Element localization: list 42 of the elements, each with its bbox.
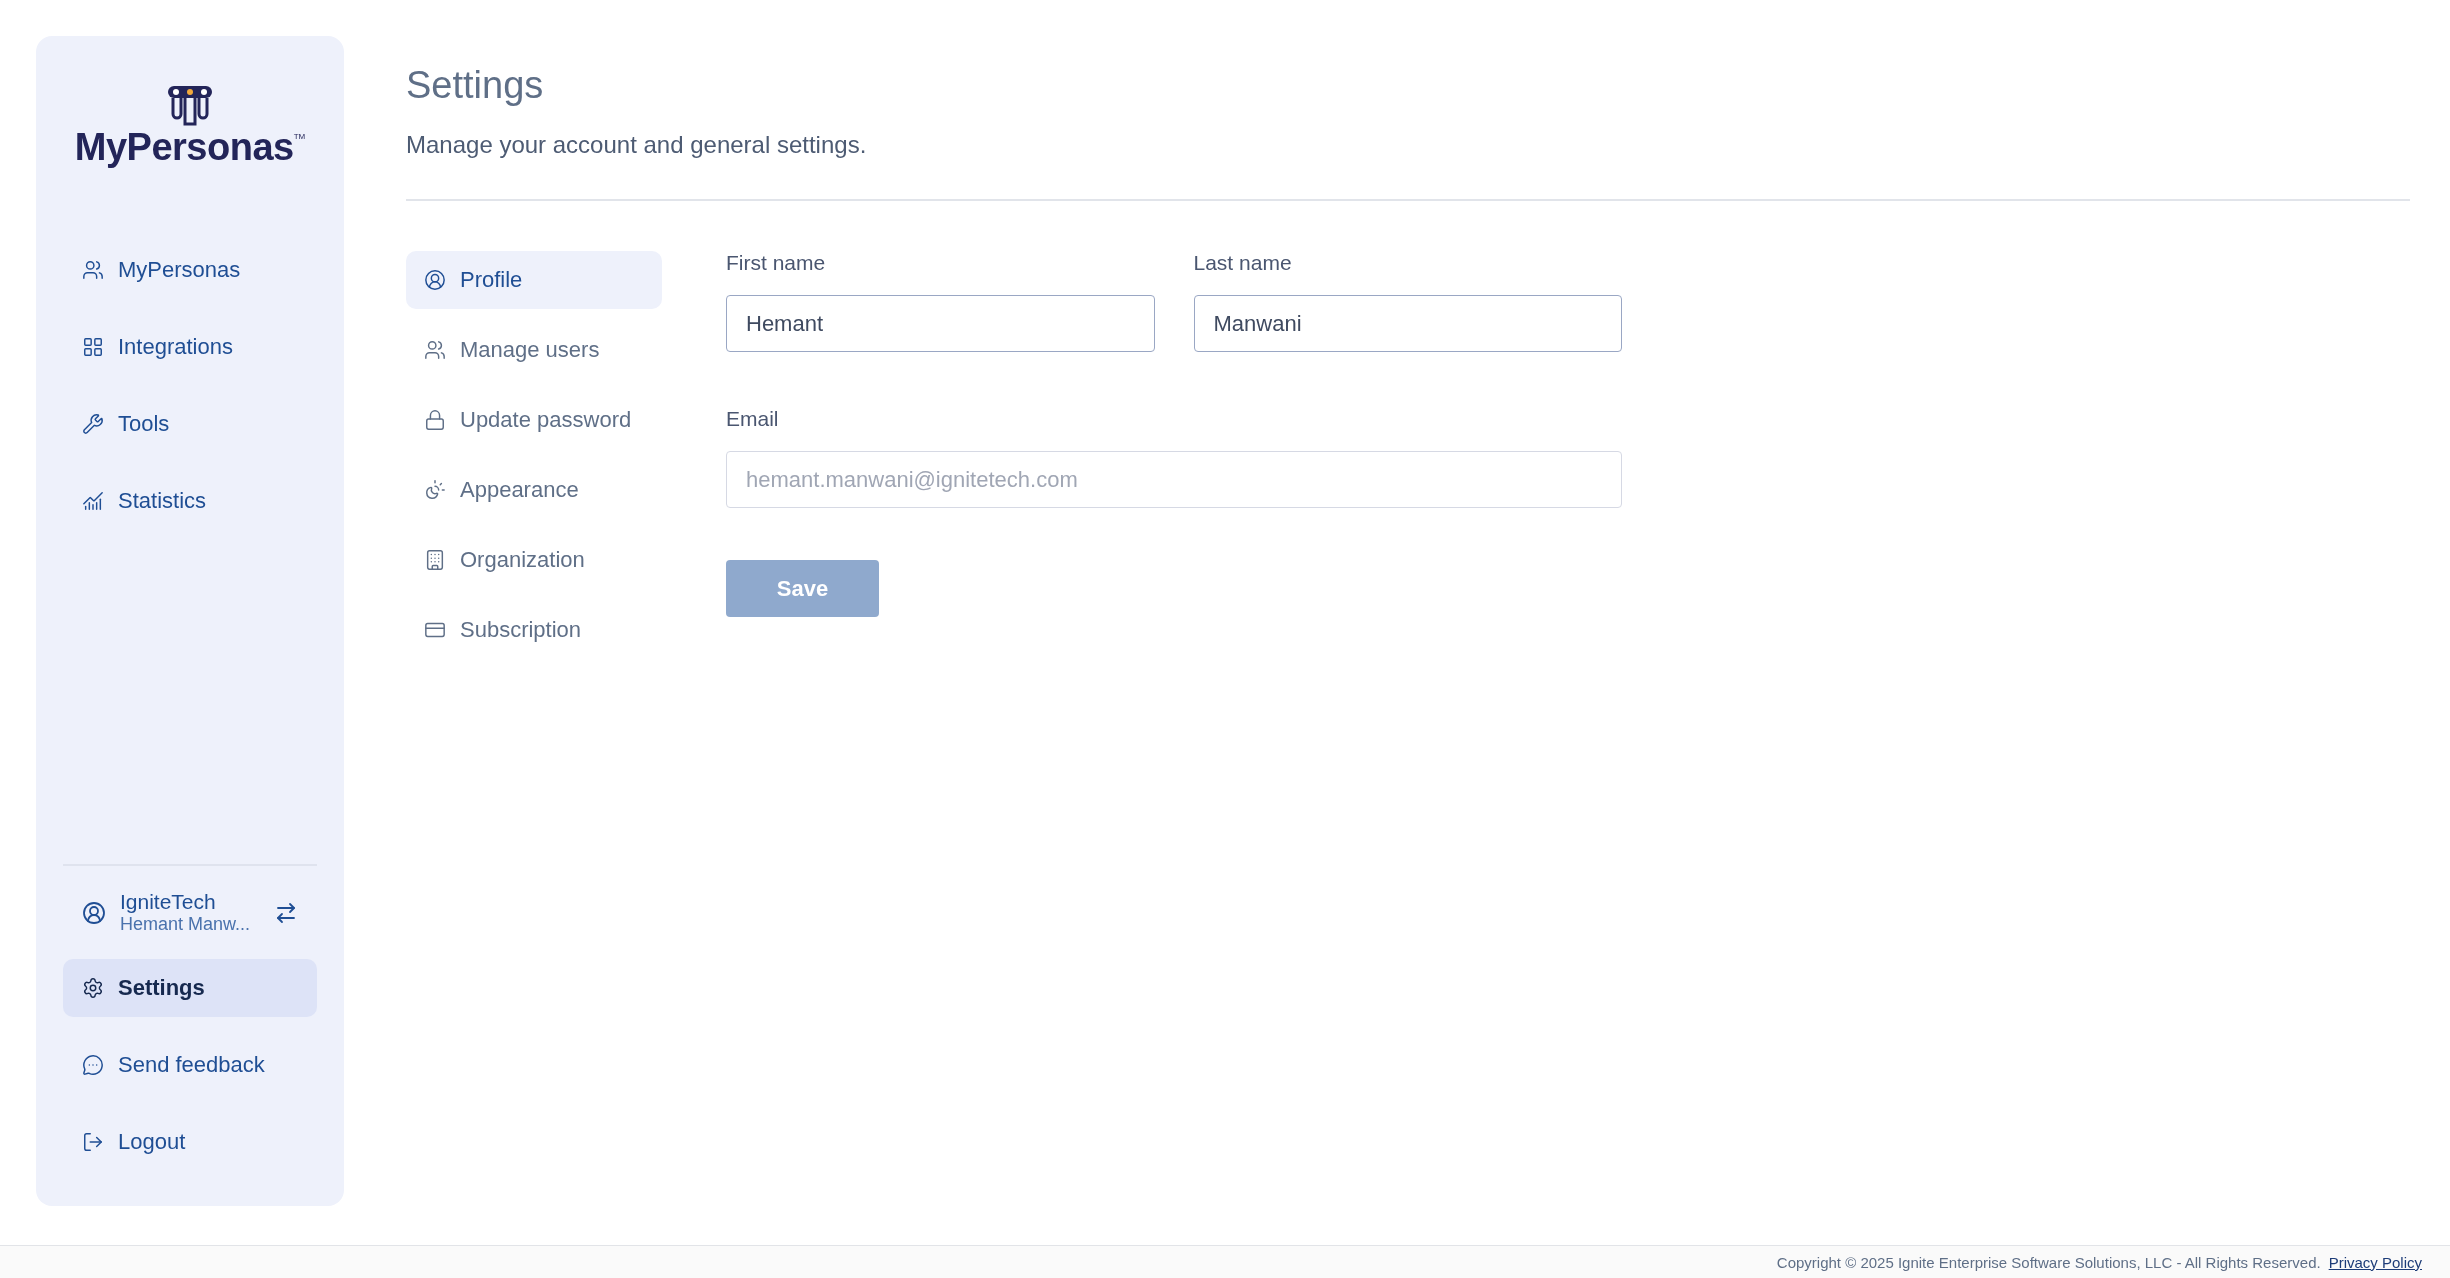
user-circle-icon: [82, 900, 106, 925]
sidebar-item[interactable]: Integrations: [63, 318, 317, 376]
building-icon: [424, 549, 446, 571]
users-icon: [424, 339, 446, 361]
copyright-text: Copyright © 2025 Ignite Enterprise Software Solutions, LLC - All Rights Reserved.: [1776, 1253, 2321, 1271]
settings-tab[interactable]: Organization: [406, 531, 662, 589]
sidebar-item[interactable]: Logout: [63, 1113, 317, 1171]
chat-bubble-icon: [82, 1054, 104, 1076]
settings-icon: [82, 977, 104, 999]
user-circle-icon: [424, 269, 446, 291]
trademark-text: TM: [293, 132, 306, 141]
field-label: First name: [726, 251, 827, 275]
sidebar-item[interactable]: Statistics: [63, 472, 317, 530]
grid-icon: [82, 336, 104, 358]
sidebar-item[interactable]: MyPersonas: [63, 241, 317, 299]
settings-tab[interactable]: Manage users: [406, 321, 662, 379]
chart-icon: [82, 490, 104, 512]
lock-icon: [424, 409, 446, 431]
swap-arrows-icon: [274, 900, 298, 925]
users-icon: [82, 259, 104, 281]
logout-icon: [82, 1131, 104, 1153]
logo-text: MyPersonas: [74, 128, 294, 166]
settings-tab[interactable]: Update password: [406, 391, 662, 449]
privacy-policy-link[interactable]: Privacy Policy: [2328, 1253, 2422, 1271]
settings-tab[interactable]: Profile: [406, 251, 662, 309]
wrench-icon: [82, 413, 104, 435]
sun-moon-icon: [424, 479, 446, 501]
user-name: Hemant Manw...: [120, 914, 252, 935]
page-subtitle: Manage your account and general settings.: [406, 131, 868, 159]
sidebar-item[interactable]: Send feedback: [63, 1036, 317, 1094]
field-label: Last name: [1193, 251, 1293, 275]
sidebar-item[interactable]: Tools: [63, 395, 317, 453]
organization-name: IgniteTech: [120, 890, 217, 914]
field-label: Email: [726, 407, 780, 431]
settings-tab[interactable]: Subscription: [406, 601, 662, 659]
page-title: Settings: [406, 64, 545, 107]
sidebar-item[interactable]: Settings: [63, 959, 317, 1017]
switch-account-button[interactable]: [274, 900, 298, 925]
settings-tab[interactable]: Appearance: [406, 461, 662, 519]
logo-icon: [168, 86, 212, 128]
last-name-field[interactable]: Manwani: [1193, 295, 1622, 352]
first-name-field[interactable]: Hemant: [726, 295, 1155, 352]
